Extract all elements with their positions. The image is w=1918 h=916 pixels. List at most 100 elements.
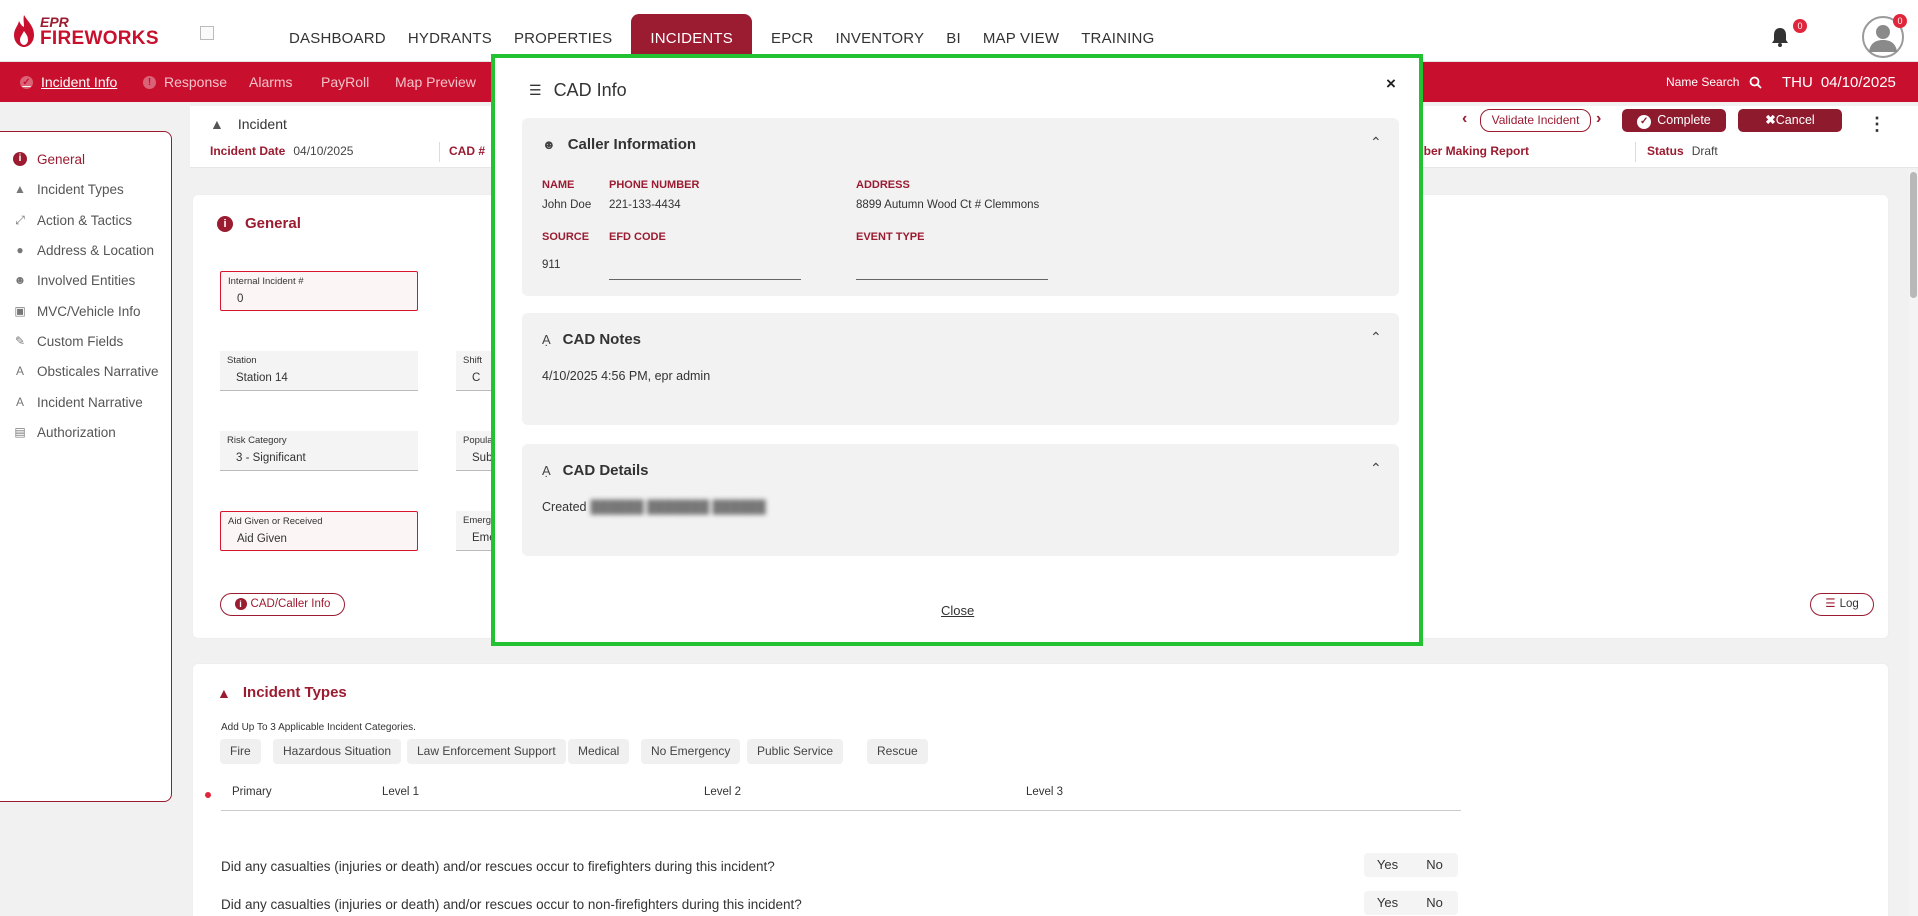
incident-title-text: Incident: [237, 116, 287, 132]
complete-button[interactable]: ✓ Complete: [1622, 109, 1726, 132]
chevron-up-icon[interactable]: ⌃: [1370, 134, 1382, 151]
chevron-up-icon[interactable]: ⌃: [1370, 329, 1382, 346]
risk-category-field[interactable]: Risk Category 3 - Significant: [220, 431, 418, 471]
cad-caller-info-button[interactable]: i CAD/Caller Info: [220, 593, 345, 616]
close-icon[interactable]: ×: [1386, 74, 1396, 94]
previous-arrow-icon[interactable]: ‹: [1462, 110, 1467, 128]
field-label: Internal Incident #: [228, 276, 304, 287]
sidebar-item-obsticales-narrative[interactable]: A Obsticales Narrative: [13, 360, 159, 382]
sidebar-item-incident-narrative[interactable]: A Incident Narrative: [13, 391, 143, 413]
sidebar-item-label: Incident Types: [37, 181, 124, 197]
event-type-label: EVENT TYPE: [856, 231, 925, 243]
subnav-incident-info[interactable]: ✓ Incident Info: [20, 62, 117, 102]
cad-details-section: Ạ CAD Details ⌃ Created ██████ ███████ █…: [522, 444, 1399, 556]
search-icon: [1749, 76, 1763, 89]
address-label: ADDRESS: [856, 179, 910, 191]
internal-incident-field[interactable]: Internal Incident # 0: [220, 271, 418, 311]
info-icon: i: [217, 215, 233, 232]
siren-icon: ▲: [210, 116, 224, 132]
chip-rescue[interactable]: Rescue: [867, 739, 928, 764]
cad-number-label: CAD #: [449, 144, 486, 158]
incident-date-value: 04/10/2025: [293, 144, 354, 158]
app-logo[interactable]: EPR FIREWORKS: [12, 14, 159, 48]
yes-option[interactable]: Yes: [1364, 891, 1411, 915]
created-label: Created: [542, 500, 587, 514]
validate-incident-button[interactable]: Validate Incident: [1480, 109, 1591, 132]
cad-details-created: Created ██████ ███████ ██████: [542, 500, 766, 514]
emergency-field[interactable]: Emerg Eme: [456, 511, 496, 551]
map-pin-icon: ●: [16, 243, 24, 257]
text-style-icon: A: [15, 364, 24, 378]
no-option[interactable]: No: [1411, 853, 1458, 877]
check-circle-icon: ✓: [1637, 115, 1652, 129]
field-label: Shift: [463, 355, 483, 366]
divider: [1635, 142, 1636, 162]
page-scrollbar-thumb[interactable]: [1910, 172, 1917, 298]
chip-hazardous-situation[interactable]: Hazardous Situation: [273, 739, 402, 764]
sidebar-item-involved-entities[interactable]: ☻ Involved Entities: [13, 269, 136, 291]
name-search-label: Name Search: [1666, 75, 1740, 89]
next-arrow-icon[interactable]: ›: [1596, 110, 1601, 128]
created-value-redacted: ██████ ███████ ██████: [590, 500, 766, 514]
cad-number: CAD #: [449, 144, 493, 158]
divider: [439, 142, 440, 162]
document-icon: ▤: [14, 425, 26, 439]
truck-icon: ▣: [14, 304, 26, 318]
sidebar-item-general[interactable]: i General: [13, 148, 85, 170]
sidebar-item-mvc-vehicle[interactable]: ▣ MVC/Vehicle Info: [13, 300, 141, 322]
nav-hydrants[interactable]: HYDRANTS: [397, 14, 503, 62]
subnav-alarms[interactable]: Alarms: [249, 62, 293, 102]
incident-types-title: ▲ Incident Types: [217, 684, 347, 701]
cad-note-entry: 4/10/2025 4:56 PM, epr admin: [542, 369, 711, 383]
subnav-map-preview[interactable]: Map Preview: [395, 62, 476, 102]
chip-fire[interactable]: Fire: [220, 739, 261, 764]
sidebar-item-custom-fields[interactable]: ✎ Custom Fields: [13, 330, 123, 352]
cancel-label: Cancel: [1775, 113, 1815, 127]
station-field[interactable]: Station Station 14: [220, 351, 418, 391]
sidebar-item-label: Address & Location: [37, 242, 155, 258]
sidebar-item-action-tactics[interactable]: ⤢ Action & Tactics: [13, 209, 132, 231]
bell-icon[interactable]: [1771, 27, 1789, 47]
current-day: THU: [1782, 73, 1813, 91]
caller-information-title: Caller Information: [567, 136, 697, 153]
cad-info-modal: ☰ CAD Info × ☻ Caller Information ⌃ NAME…: [491, 54, 1423, 646]
close-link[interactable]: Close: [941, 603, 974, 618]
log-label: Log: [1839, 598, 1859, 610]
required-dot-icon: [205, 792, 211, 798]
caller-information-header[interactable]: ☻ Caller Information: [542, 136, 696, 153]
subnav-response[interactable]: ! Response: [143, 62, 227, 102]
source-label: SOURCE: [542, 231, 590, 243]
chip-law-enforcement-support[interactable]: Law Enforcement Support: [407, 739, 566, 764]
current-date: THU 04/10/2025: [1782, 62, 1896, 102]
sidebar-item-label: MVC/Vehicle Info: [37, 303, 141, 319]
incident-types-title-text: Incident Types: [242, 684, 347, 701]
sidebar-item-incident-types[interactable]: ▲ Incident Types: [13, 178, 124, 200]
sidebar-item-address-location[interactable]: ● Address & Location: [13, 239, 154, 261]
more-options-icon[interactable]: ⋮: [1868, 114, 1886, 135]
cad-details-header[interactable]: Ạ CAD Details: [542, 462, 649, 479]
nav-dashboard[interactable]: DASHBOARD: [278, 14, 397, 62]
cancel-button[interactable]: ✖Cancel: [1738, 109, 1842, 132]
name-search-button[interactable]: Name Search: [1666, 62, 1763, 102]
aid-given-field[interactable]: Aid Given or Received Aid Given: [220, 511, 418, 551]
yes-option[interactable]: Yes: [1364, 853, 1411, 877]
shift-field[interactable]: Shift C: [456, 351, 492, 391]
no-option[interactable]: No: [1411, 891, 1458, 915]
subnav-payroll[interactable]: PayRoll: [321, 62, 369, 102]
chip-medical[interactable]: Medical: [568, 739, 630, 764]
incident-title: ▲ Incident: [210, 116, 287, 132]
cad-notes-header[interactable]: Ạ CAD Notes: [542, 331, 641, 348]
list-icon: ☰: [1825, 598, 1836, 610]
cad-notes-title: CAD Notes: [562, 331, 642, 348]
chip-public-service[interactable]: Public Service: [747, 739, 844, 764]
field-label: Popula: [463, 435, 493, 446]
field-value: 3 - Significant: [236, 452, 306, 464]
chevron-up-icon[interactable]: ⌃: [1370, 460, 1382, 477]
population-field[interactable]: Popula Sub: [456, 431, 493, 471]
log-button[interactable]: ☰ Log: [1810, 593, 1874, 616]
sidebar-item-authorization[interactable]: ▤ Authorization: [13, 421, 115, 443]
chip-no-emergency[interactable]: No Emergency: [641, 739, 741, 764]
notification-count-badge: 0: [1793, 19, 1807, 33]
person-icon: ☻: [542, 137, 556, 152]
avatar-badge: 0: [1893, 14, 1907, 28]
